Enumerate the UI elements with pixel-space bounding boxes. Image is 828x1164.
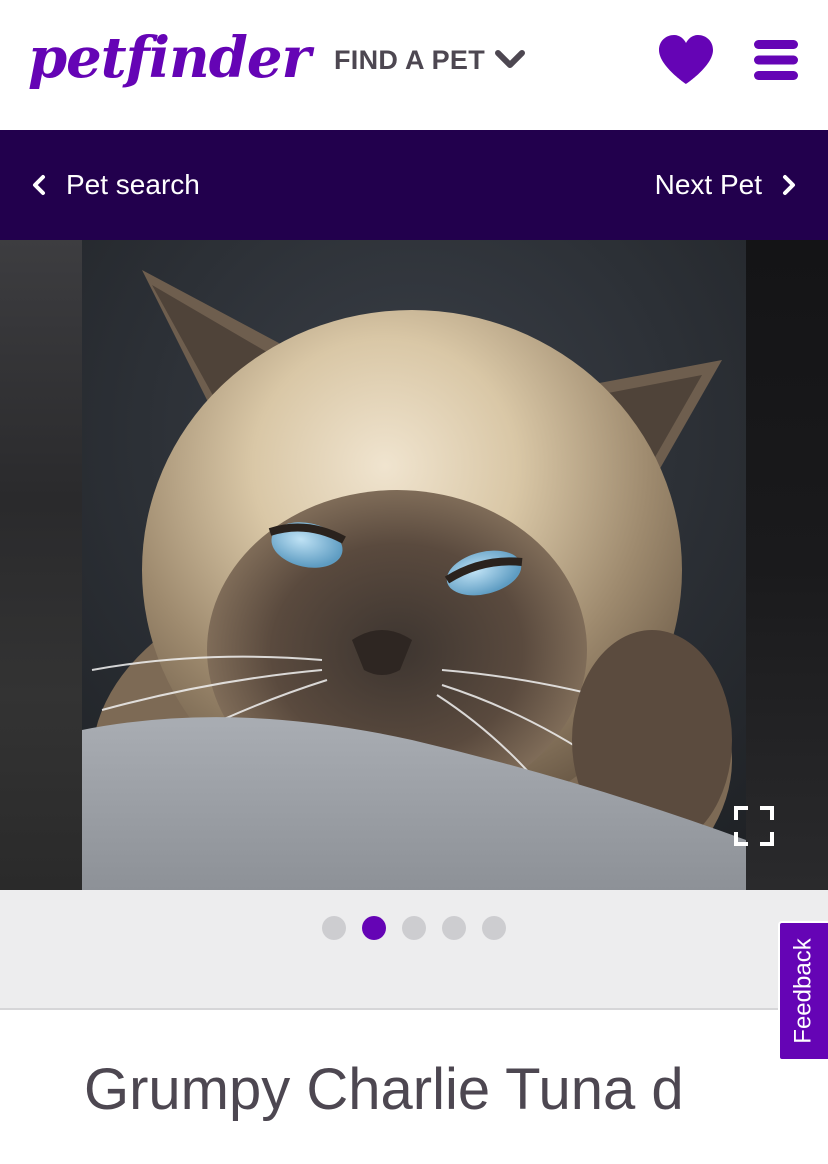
carousel-dot-2-active[interactable]: [362, 916, 386, 940]
find-a-pet-label: FIND A PET: [334, 44, 485, 75]
carousel-pagination: [0, 890, 828, 1010]
carousel-dot-5[interactable]: [482, 916, 506, 940]
pet-search-back-link[interactable]: Pet search: [30, 130, 200, 240]
feedback-label: Feedback: [790, 938, 817, 1044]
pet-search-label: Pet search: [66, 169, 200, 200]
feedback-button[interactable]: Feedback: [778, 921, 828, 1061]
hamburger-menu-icon[interactable]: [752, 38, 800, 82]
pet-nav-bar: Pet search Next Pet: [0, 130, 828, 240]
petfinder-logo[interactable]: petfinder: [28, 18, 311, 98]
pet-name-heading: Grumpy Charlie Tuna d: [84, 1057, 684, 1122]
chevron-right-icon: [783, 175, 795, 195]
find-a-pet-dropdown[interactable]: FIND A PET: [334, 40, 525, 80]
pet-photo[interactable]: [82, 240, 746, 890]
chevron-down-icon: [495, 50, 525, 68]
carousel-dot-3[interactable]: [402, 916, 426, 940]
site-header: petfinder ® FIND A PET: [0, 0, 828, 130]
carousel-dot-4[interactable]: [442, 916, 466, 940]
next-pet-label: Next Pet: [654, 169, 762, 200]
photo-carousel[interactable]: [0, 240, 828, 890]
previous-photo-peek[interactable]: [0, 240, 82, 890]
next-photo-peek[interactable]: [746, 240, 828, 890]
next-pet-link[interactable]: Next Pet: [655, 130, 798, 240]
chevron-left-icon: [33, 175, 45, 195]
carousel-dots: [322, 916, 506, 940]
logo-registered-mark: ®: [286, 62, 295, 72]
fullscreen-expand-icon[interactable]: [732, 804, 776, 848]
carousel-dot-1[interactable]: [322, 916, 346, 940]
favorites-heart-icon[interactable]: [657, 34, 715, 86]
